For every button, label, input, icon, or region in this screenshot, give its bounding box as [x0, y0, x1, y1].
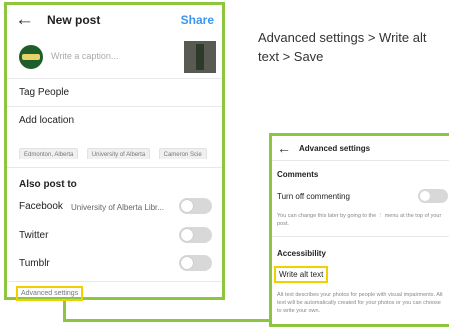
advanced-settings-link[interactable]: Advanced settings: [16, 286, 84, 301]
divider: [7, 281, 222, 282]
caption-input[interactable]: Write a caption...: [51, 51, 118, 61]
location-suggestions: Edmonton, Alberta University of Alberta …: [19, 143, 219, 159]
post-thumbnail: [184, 41, 216, 73]
share-target-label: Facebook: [19, 201, 63, 212]
divider: [7, 78, 222, 79]
also-post-to-heading: Also post to: [19, 179, 77, 190]
location-chip[interactable]: Cameron Scie: [158, 148, 207, 159]
arrow-left-icon[interactable]: ←: [15, 9, 34, 31]
facebook-toggle[interactable]: [179, 198, 212, 214]
tutorial-screenshot: ← New post Share Write a caption... Tag …: [0, 0, 452, 329]
instruction-text: Advanced settings > Write alt text > Sav…: [258, 30, 427, 64]
advanced-settings-screen: ← Advanced settings Comments Turn off co…: [269, 133, 449, 327]
new-post-header: ← New post Share: [7, 5, 222, 37]
tumblr-toggle[interactable]: [179, 255, 212, 271]
divider: [7, 106, 222, 107]
twitter-toggle[interactable]: [179, 227, 212, 243]
divider: [7, 167, 222, 168]
page-title: Advanced settings: [299, 144, 371, 153]
share-target-label: Tumblr: [19, 258, 50, 269]
connector-line-horizontal: [63, 319, 272, 322]
tag-people-row[interactable]: Tag People: [19, 87, 69, 98]
turn-off-commenting-label: Turn off commenting: [277, 192, 350, 201]
commenting-help-text: You can change this later by going to th…: [277, 213, 442, 227]
divider: [272, 236, 449, 237]
avatar: [19, 45, 43, 69]
add-location-row[interactable]: Add location: [19, 115, 74, 126]
new-post-screen: ← New post Share Write a caption... Tag …: [4, 2, 225, 301]
comments-heading: Comments: [277, 170, 319, 179]
accessibility-heading: Accessibility: [277, 249, 326, 258]
divider: [272, 160, 449, 161]
share-button[interactable]: Share: [181, 13, 214, 27]
share-target-label: Twitter: [19, 230, 49, 241]
location-chip[interactable]: University of Alberta: [86, 148, 151, 159]
location-chip[interactable]: Edmonton, Alberta: [19, 148, 79, 159]
page-title: New post: [47, 13, 101, 27]
share-target-account: University of Alberta Libr...: [71, 203, 164, 212]
turn-off-commenting-toggle[interactable]: [418, 189, 448, 203]
alt-text-help: Alt text describes your photos for peopl…: [277, 292, 443, 314]
arrow-left-icon[interactable]: ←: [277, 140, 291, 156]
write-alt-text-button[interactable]: Write alt text: [274, 266, 329, 283]
